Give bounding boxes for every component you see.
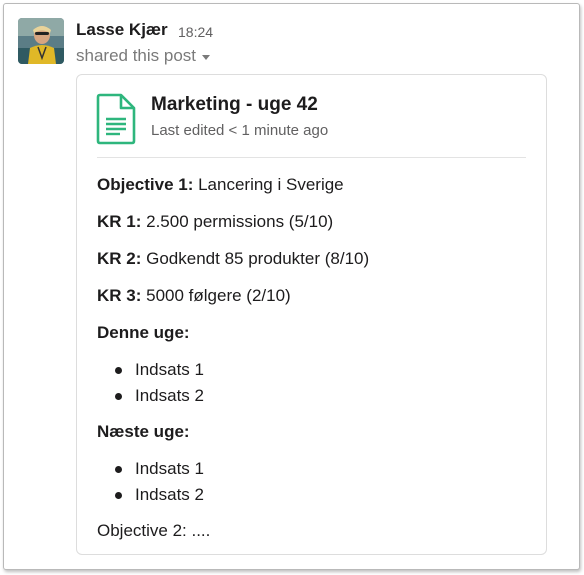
kr-label: KR 3:	[97, 286, 142, 305]
last-edited-label: Last edited < 1 minute ago	[151, 122, 329, 139]
list-item-text: Indsats 2	[135, 386, 204, 405]
avatar[interactable]	[18, 18, 64, 64]
objective-text: Lancering i Sverige	[193, 175, 344, 194]
list-item: Indsats 2	[97, 383, 527, 409]
post-title[interactable]: Marketing - uge 42	[151, 94, 318, 116]
kr-label: KR 2:	[97, 249, 142, 268]
list-item: Indsats 1	[97, 357, 527, 383]
kr-line: KR 2: Godkendt 85 produkter (8/10)	[97, 247, 527, 271]
kr-text: Godkendt 85 produkter (8/10)	[141, 249, 370, 268]
bullet-icon	[115, 492, 122, 499]
post-body: Objective 1: Lancering i Sverige KR 1: 2…	[97, 173, 527, 556]
kr-line: KR 3: 5000 følgere (2/10)	[97, 284, 527, 308]
list-item-text: Indsats 1	[135, 459, 204, 478]
objective-line: Objective 1: Lancering i Sverige	[97, 173, 527, 197]
message-timestamp[interactable]: 18:24	[178, 24, 213, 40]
list-item-text: Indsats 2	[135, 485, 204, 504]
kr-text: 2.500 permissions (5/10)	[141, 212, 334, 231]
this-week-heading: Denne uge:	[97, 323, 190, 342]
bullet-icon	[115, 393, 122, 400]
divider	[97, 157, 526, 158]
next-week-list: Indsats 1 Indsats 2	[97, 456, 527, 508]
chevron-down-icon[interactable]	[202, 54, 211, 60]
kr-text: 5000 følgere (2/10)	[141, 286, 291, 305]
next-week-heading: Næste uge:	[97, 422, 190, 441]
shared-post-menu[interactable]: shared this post	[76, 46, 211, 66]
bullet-icon	[115, 367, 122, 374]
this-week-list: Indsats 1 Indsats 2	[97, 357, 527, 409]
list-item: Indsats 1	[97, 456, 527, 482]
section-heading: Næste uge:	[97, 420, 527, 444]
list-item-text: Indsats 1	[135, 360, 204, 379]
document-icon	[96, 93, 136, 145]
objective-label: Objective 1:	[97, 175, 194, 194]
post-card[interactable]: Marketing - uge 42 Last edited < 1 minut…	[76, 74, 547, 555]
bullet-icon	[115, 466, 122, 473]
section-heading: Denne uge:	[97, 321, 527, 345]
kr-label: KR 1:	[97, 212, 142, 231]
objective-2-line: Objective 2: ....	[97, 521, 211, 540]
list-item: Indsats 2	[97, 482, 527, 508]
shared-label: shared this post	[76, 46, 197, 65]
kr-line: KR 1: 2.500 permissions (5/10)	[97, 210, 527, 234]
sender-name[interactable]: Lasse Kjær	[76, 20, 168, 40]
